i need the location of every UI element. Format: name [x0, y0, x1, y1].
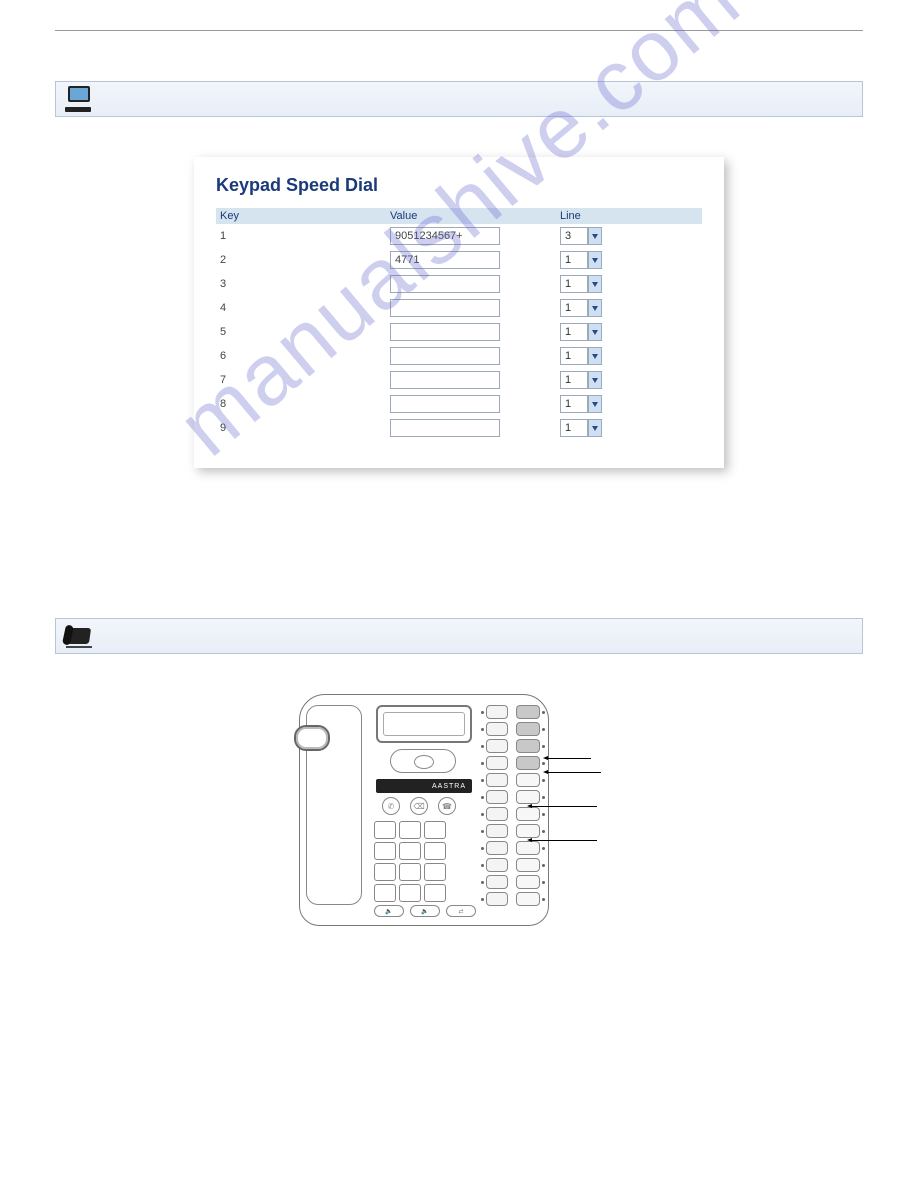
- chevron-down-icon[interactable]: [588, 371, 602, 389]
- phone-icon: [64, 624, 92, 648]
- key-number-label: 7: [216, 368, 386, 392]
- line-select[interactable]: 1: [560, 371, 698, 389]
- key-number-label: 5: [216, 320, 386, 344]
- table-row: 2 1: [216, 248, 702, 272]
- chevron-down-icon[interactable]: [588, 275, 602, 293]
- table-row: 6 1: [216, 344, 702, 368]
- chevron-down-icon[interactable]: [588, 395, 602, 413]
- col-value-header: Value: [386, 208, 556, 224]
- key-number-label: 2: [216, 248, 386, 272]
- chevron-down-icon[interactable]: [588, 251, 602, 269]
- table-row: 5 1: [216, 320, 702, 344]
- chevron-down-icon[interactable]: [588, 299, 602, 317]
- key-number-label: 8: [216, 392, 386, 416]
- key-number-label: 1: [216, 224, 386, 248]
- speed-dial-table: Key Value Line 1 3 2 1 3: [216, 208, 702, 440]
- page-divider: [55, 30, 863, 31]
- value-input[interactable]: [390, 323, 500, 341]
- line-select[interactable]: 1: [560, 251, 698, 269]
- key-number-label: 3: [216, 272, 386, 296]
- key-number-label: 6: [216, 344, 386, 368]
- line-select[interactable]: 1: [560, 323, 698, 341]
- table-row: 1 3: [216, 224, 702, 248]
- line-select[interactable]: 3: [560, 227, 698, 245]
- chevron-down-icon[interactable]: [588, 347, 602, 365]
- line-select[interactable]: 1: [560, 347, 698, 365]
- callout-arrow-icon: [531, 840, 597, 841]
- speed-dial-config-panel: Keypad Speed Dial Key Value Line 1 3 2: [194, 157, 724, 468]
- line-select[interactable]: 1: [560, 395, 698, 413]
- brand-label: AASTRA: [376, 779, 472, 793]
- key-number-label: 9: [216, 416, 386, 440]
- chevron-down-icon[interactable]: [588, 419, 602, 437]
- section-banner-phone: [55, 618, 863, 654]
- col-line-header: Line: [556, 208, 702, 224]
- value-input[interactable]: [390, 227, 500, 245]
- col-key-header: Key: [216, 208, 386, 224]
- value-input[interactable]: [390, 371, 500, 389]
- table-row: 9 1: [216, 416, 702, 440]
- value-input[interactable]: [390, 275, 500, 293]
- callout-arrow-icon: [547, 772, 601, 773]
- callout-arrow-icon: [547, 758, 591, 759]
- value-input[interactable]: [390, 251, 500, 269]
- chevron-down-icon[interactable]: [588, 323, 602, 341]
- value-input[interactable]: [390, 299, 500, 317]
- line-select[interactable]: 1: [560, 275, 698, 293]
- phone-illustration: AASTRA ✆⌫☎ 🔈🔉⇄: [299, 694, 619, 926]
- key-number-label: 4: [216, 296, 386, 320]
- line-select[interactable]: 1: [560, 299, 698, 317]
- panel-title: Keypad Speed Dial: [216, 175, 702, 196]
- computer-icon: [64, 86, 94, 112]
- value-input[interactable]: [390, 419, 500, 437]
- line-select[interactable]: 1: [560, 419, 698, 437]
- table-row: 3 1: [216, 272, 702, 296]
- table-row: 4 1: [216, 296, 702, 320]
- table-row: 7 1: [216, 368, 702, 392]
- value-input[interactable]: [390, 347, 500, 365]
- callout-arrow-icon: [531, 806, 597, 807]
- table-row: 8 1: [216, 392, 702, 416]
- section-banner-computer: [55, 81, 863, 117]
- chevron-down-icon[interactable]: [588, 227, 602, 245]
- value-input[interactable]: [390, 395, 500, 413]
